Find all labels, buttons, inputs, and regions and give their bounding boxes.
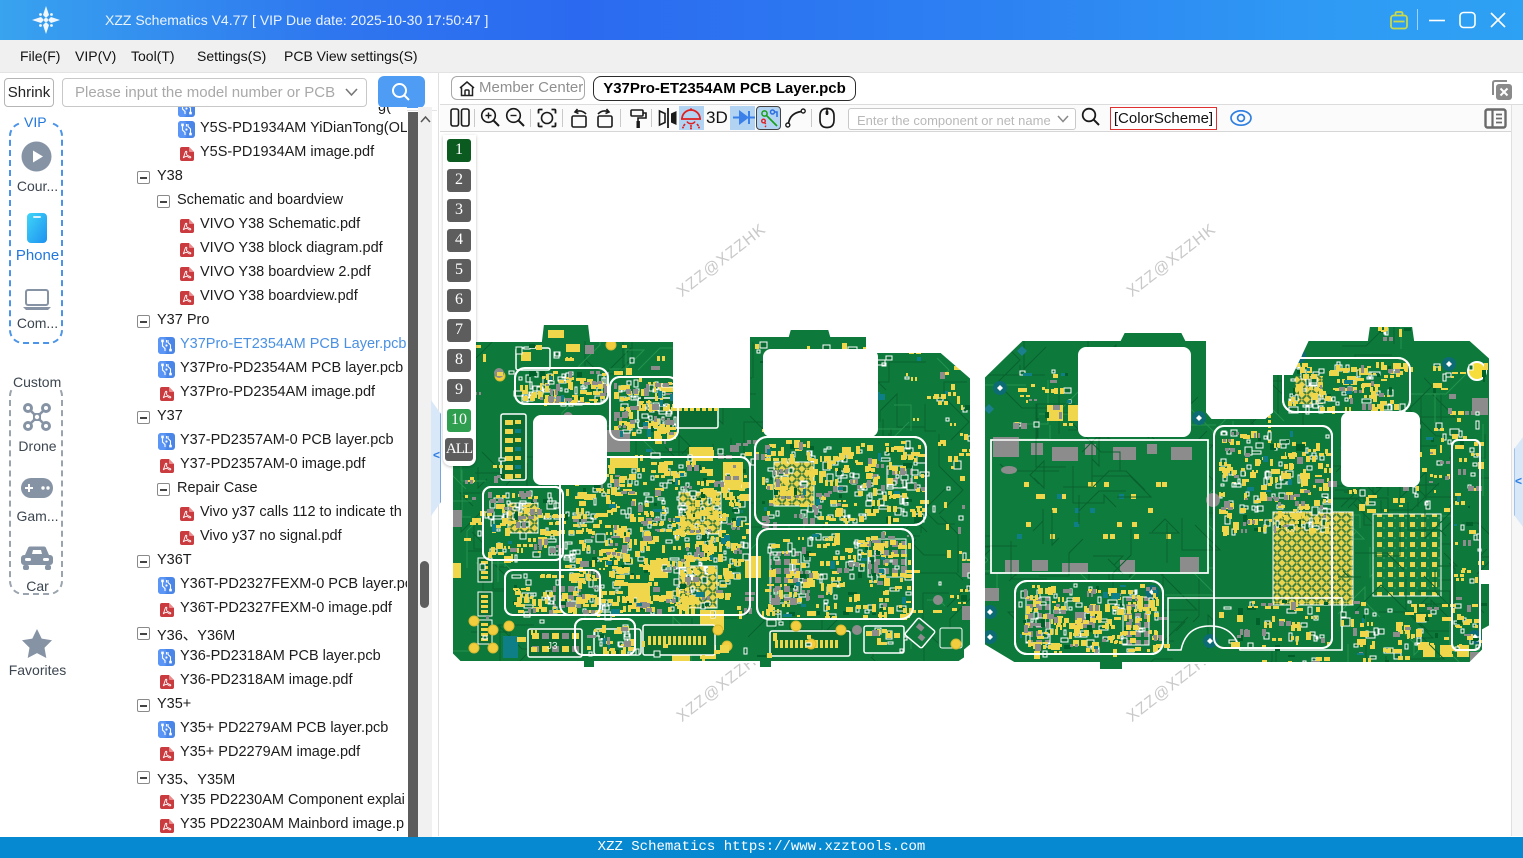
svg-text:J3: J3 bbox=[547, 641, 558, 652]
